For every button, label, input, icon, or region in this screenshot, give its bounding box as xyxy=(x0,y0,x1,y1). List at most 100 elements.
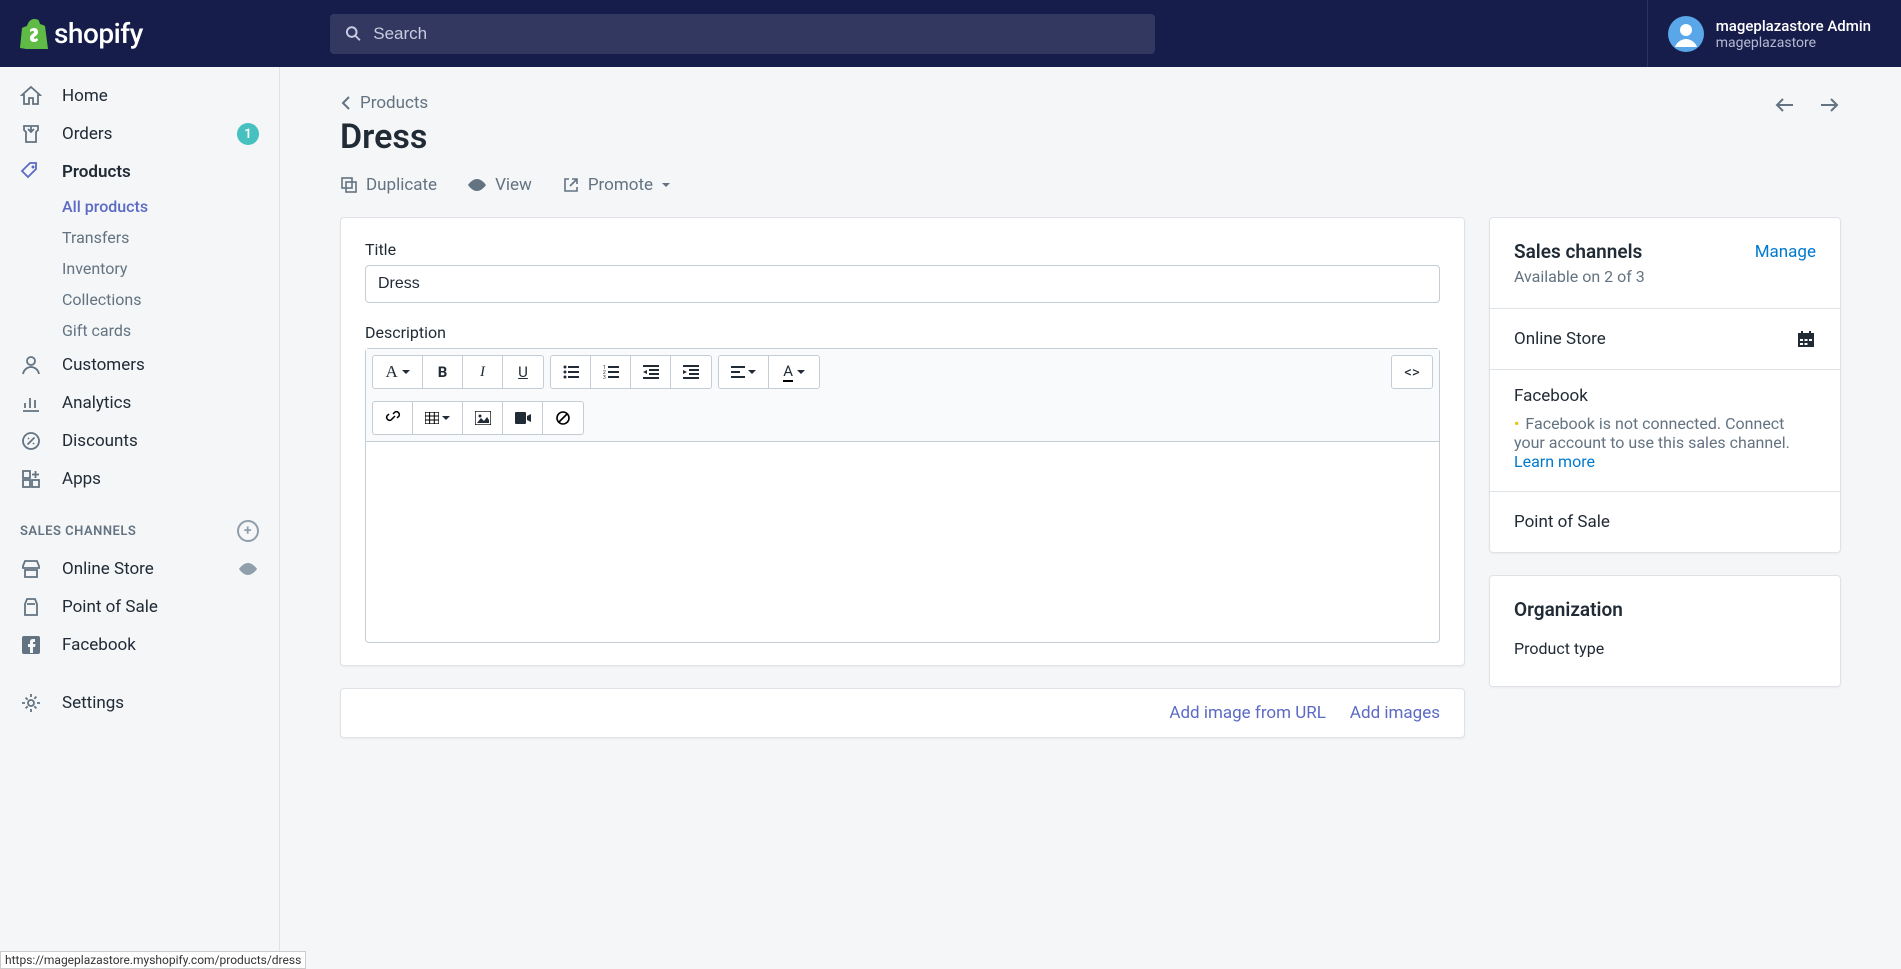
orders-badge: 1 xyxy=(237,123,259,145)
user-menu[interactable]: mageplazastore Admin mageplazastore xyxy=(1647,0,1901,67)
nav-label: Online Store xyxy=(62,559,154,579)
apps-icon xyxy=(20,468,42,490)
next-product-button[interactable] xyxy=(1817,93,1841,117)
subnav-inventory[interactable]: Inventory xyxy=(62,253,279,284)
nav-discounts[interactable]: Discounts xyxy=(0,422,279,460)
svg-text:3: 3 xyxy=(603,375,606,379)
discounts-icon xyxy=(20,430,42,452)
sidebar: Home Orders 1 Products All products Tran… xyxy=(0,67,280,969)
rte-underline[interactable]: U xyxy=(503,356,543,388)
user-name: mageplazastore Admin xyxy=(1716,17,1871,35)
learn-more-link[interactable]: Learn more xyxy=(1514,452,1595,471)
subnav-collections[interactable]: Collections xyxy=(62,284,279,315)
main-content: Products Dress Duplicate View Promote xyxy=(280,67,1901,786)
nav-label: Home xyxy=(62,86,108,106)
products-icon xyxy=(20,161,42,183)
nav-label: Facebook xyxy=(62,635,136,655)
channel-pos: Point of Sale xyxy=(1514,512,1610,532)
facebook-warning: •Facebook is not connected. Connect your… xyxy=(1490,410,1840,491)
nav-label: Apps xyxy=(62,469,101,489)
rte-font-style[interactable]: A xyxy=(373,356,423,388)
sales-channels-title: Sales channels xyxy=(1514,240,1642,263)
external-icon xyxy=(562,176,580,194)
rte-align[interactable] xyxy=(719,356,769,388)
topbar: shopify mageplazastore Admin mageplazast… xyxy=(0,0,1901,67)
add-images-link[interactable]: Add images xyxy=(1350,703,1440,723)
subnav-transfers[interactable]: Transfers xyxy=(62,222,279,253)
caret-down-icon xyxy=(661,180,671,190)
rte-indent[interactable] xyxy=(671,356,711,388)
pos-icon xyxy=(20,596,42,618)
calendar-icon[interactable] xyxy=(1796,329,1816,349)
nav-label: Orders xyxy=(62,124,112,144)
nav-label: Discounts xyxy=(62,431,138,451)
rte-text-color[interactable]: A xyxy=(769,356,819,388)
add-channel-button[interactable]: + xyxy=(237,520,259,542)
home-icon xyxy=(20,85,42,107)
nav-analytics[interactable]: Analytics xyxy=(0,384,279,422)
manage-channels-link[interactable]: Manage xyxy=(1755,242,1816,262)
title-input[interactable] xyxy=(365,265,1440,303)
channels-availability: Available on 2 of 3 xyxy=(1514,267,1816,286)
description-editor[interactable] xyxy=(366,442,1439,642)
nav-label: Products xyxy=(62,162,131,182)
rte-number-list[interactable]: 123 xyxy=(591,356,631,388)
view-button[interactable]: View xyxy=(467,175,532,195)
rte-bold[interactable]: B xyxy=(423,356,463,388)
nav-pos[interactable]: Point of Sale xyxy=(0,588,279,626)
nav-home[interactable]: Home xyxy=(0,77,279,115)
duplicate-button[interactable]: Duplicate xyxy=(340,175,437,195)
rte-bullet-list[interactable] xyxy=(551,356,591,388)
search-box[interactable] xyxy=(330,14,1155,54)
rte-link[interactable] xyxy=(373,402,413,434)
nav-products[interactable]: Products xyxy=(0,153,279,191)
prev-product-button[interactable] xyxy=(1773,93,1797,117)
organization-card: Organization Product type xyxy=(1489,575,1841,687)
shopify-bag-icon xyxy=(20,19,48,49)
rte-italic[interactable]: I xyxy=(463,356,503,388)
breadcrumb-back[interactable]: Products xyxy=(340,93,428,113)
avatar xyxy=(1668,16,1704,52)
search-input[interactable] xyxy=(373,24,1141,44)
add-image-url-link[interactable]: Add image from URL xyxy=(1169,703,1326,723)
rte-table[interactable] xyxy=(413,402,463,434)
nav-label: Analytics xyxy=(62,393,131,413)
search-icon xyxy=(344,24,363,44)
nav-facebook[interactable]: Facebook xyxy=(0,626,279,664)
nav-label: Settings xyxy=(62,693,124,713)
logo-text: shopify xyxy=(54,17,143,50)
organization-title: Organization xyxy=(1514,598,1816,621)
rte-image[interactable] xyxy=(463,402,503,434)
channel-online-store: Online Store xyxy=(1514,329,1606,349)
user-info: mageplazastore Admin mageplazastore xyxy=(1716,17,1871,51)
rte-outdent[interactable] xyxy=(631,356,671,388)
analytics-icon xyxy=(20,392,42,414)
subnav-all-products[interactable]: All products xyxy=(62,191,279,222)
customers-icon xyxy=(20,354,42,376)
sales-channels-heading: SALES CHANNELS + xyxy=(0,508,279,550)
title-description-card: Title Description A B I U xyxy=(340,217,1465,666)
nav-customers[interactable]: Customers xyxy=(0,346,279,384)
settings-icon xyxy=(20,692,42,714)
product-type-label: Product type xyxy=(1514,639,1816,658)
nav-settings[interactable]: Settings xyxy=(0,684,279,722)
rich-text-editor: A B I U 123 xyxy=(365,348,1440,643)
promote-button[interactable]: Promote xyxy=(562,175,671,195)
nav-apps[interactable]: Apps xyxy=(0,460,279,498)
status-bar-url: https://mageplazastore.myshopify.com/pro… xyxy=(0,951,306,969)
nav-label: Point of Sale xyxy=(62,597,158,617)
subnav-gift-cards[interactable]: Gift cards xyxy=(62,315,279,346)
title-label: Title xyxy=(365,240,1440,259)
logo[interactable]: shopify xyxy=(0,17,295,50)
view-store-icon[interactable] xyxy=(237,558,259,580)
store-name: mageplazastore xyxy=(1716,35,1871,51)
nav-online-store[interactable]: Online Store xyxy=(0,550,279,588)
channel-facebook: Facebook xyxy=(1514,386,1816,406)
rte-video[interactable] xyxy=(503,402,543,434)
rte-clear-format[interactable] xyxy=(543,402,583,434)
search-wrap xyxy=(295,14,1195,54)
sales-channels-card: Sales channels Manage Available on 2 of … xyxy=(1489,217,1841,553)
nav-orders[interactable]: Orders 1 xyxy=(0,115,279,153)
orders-icon xyxy=(20,123,42,145)
rte-html-toggle[interactable]: <> xyxy=(1392,356,1432,388)
